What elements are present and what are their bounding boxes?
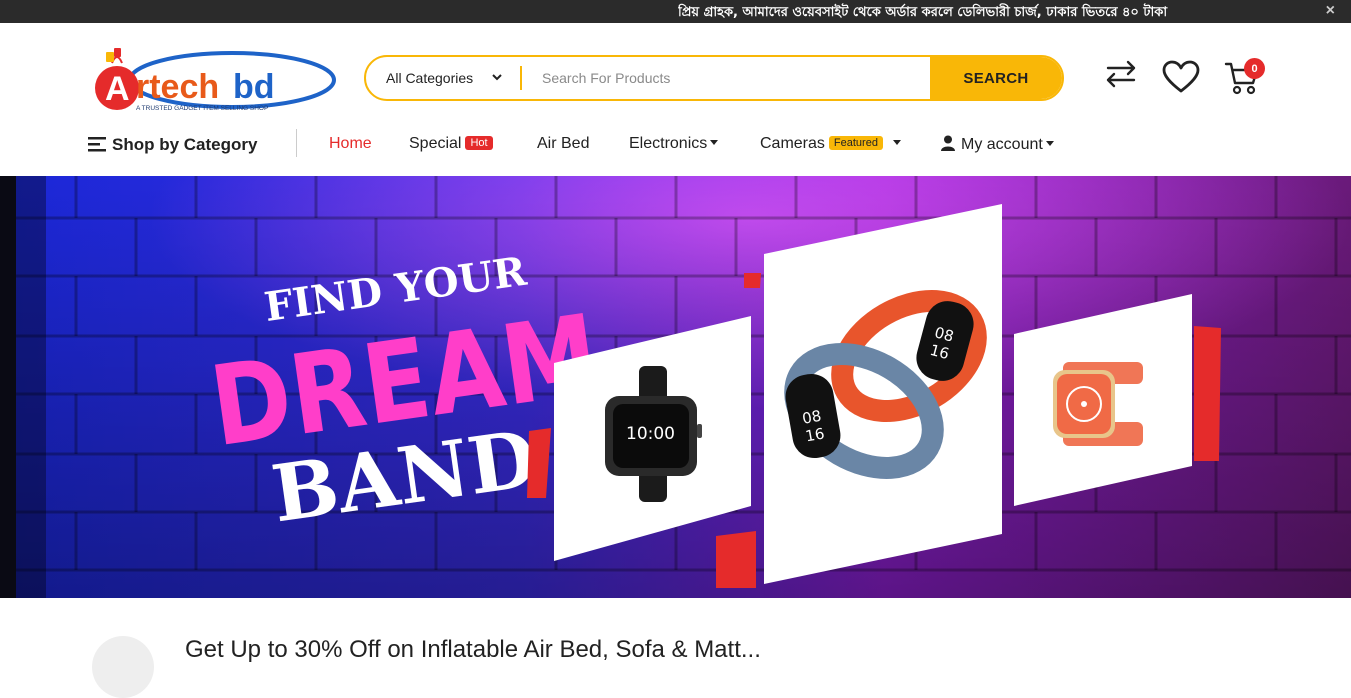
close-icon[interactable]: × (1326, 2, 1335, 20)
nav-cameras-label: Cameras (760, 135, 825, 152)
nav-cameras[interactable]: Cameras Featured (760, 135, 901, 153)
logo-brand-text: rtech (136, 68, 219, 106)
compare-icon[interactable] (1102, 57, 1140, 91)
nav-special-label: Special (409, 135, 462, 152)
category-select[interactable]: All Categories (366, 57, 520, 99)
featured-badge: Featured (828, 136, 883, 150)
caret-down-icon (710, 140, 719, 145)
banner-art: FIND YOUR DREAM BAND 10:00 08 16 08 16 (16, 176, 1351, 598)
svg-text:bd: bd (233, 68, 275, 106)
search-input[interactable] (522, 57, 930, 99)
search-button[interactable]: SEARCH (930, 57, 1062, 99)
site-logo[interactable]: A rtech bd A TRUSTED GADGET ITEM SELLING… (92, 43, 337, 113)
wishlist-heart-icon[interactable] (1162, 60, 1200, 94)
nav-my-account-label: My account (961, 136, 1043, 153)
hot-badge: Hot (465, 136, 493, 150)
hero-banner[interactable]: FIND YOUR DREAM BAND 10:00 08 16 08 16 (16, 176, 1351, 598)
category-select-label: All Categories (386, 70, 474, 86)
main-nav: Shop by Category Home Special Hot Air Bed… (0, 123, 1351, 167)
nav-electronics-label: Electronics (629, 135, 708, 152)
nav-my-account[interactable]: My account (941, 135, 1054, 154)
promo-text[interactable]: Get Up to 30% Off on Inflatable Air Bed,… (185, 636, 761, 664)
nav-electronics[interactable]: Electronics (629, 135, 719, 153)
caret-down-icon (1045, 141, 1054, 146)
caret-down-icon (892, 140, 901, 145)
nav-home[interactable]: Home (329, 135, 372, 153)
svg-text:A: A (105, 70, 130, 108)
announcement-text: প্রিয় গ্রাহক, আমাদের ওয়েবসাইট থেকে অর্… (678, 5, 1170, 20)
svg-text:10:00: 10:00 (626, 424, 675, 444)
search-bar: All Categories SEARCH (364, 55, 1064, 101)
shop-by-category-menu[interactable]: Shop by Category (88, 135, 257, 155)
site-header: A rtech bd A TRUSTED GADGET ITEM SELLING… (0, 23, 1351, 176)
user-icon (941, 135, 955, 151)
svg-text:16: 16 (804, 424, 826, 445)
shop-by-category-label: Shop by Category (112, 135, 258, 154)
nav-special[interactable]: Special Hot (409, 135, 493, 153)
banner-edge (0, 176, 16, 598)
promo-icon (92, 636, 154, 698)
nav-divider (296, 129, 297, 157)
nav-air-bed[interactable]: Air Bed (537, 135, 589, 153)
menu-icon (88, 137, 106, 152)
logo-tagline: A TRUSTED GADGET ITEM SELLING SHOP (136, 105, 268, 112)
cart-count-badge: 0 (1244, 58, 1265, 79)
announcement-bar: প্রিয় গ্রাহক, আমাদের ওয়েবসাইট থেকে অর্… (0, 0, 1351, 23)
chevron-down-icon (492, 72, 502, 84)
